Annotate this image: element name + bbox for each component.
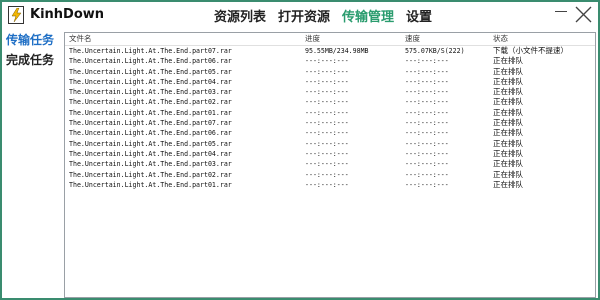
- speed-value: ---:---:---: [405, 108, 449, 117]
- column-header-progress[interactable]: 进度: [301, 33, 401, 46]
- table-row[interactable]: The.Uncertain.Light.At.The.End.part07.ra…: [65, 118, 595, 128]
- status-value: 正在排队: [493, 56, 523, 66]
- table-row[interactable]: The.Uncertain.Light.At.The.End.part04.ra…: [65, 148, 595, 159]
- speed-value: ---:---:---: [405, 129, 449, 138]
- speed-value: ---:---:---: [405, 139, 449, 148]
- sidebar-item-transfer-tasks[interactable]: 传输任务: [6, 30, 62, 50]
- speed-value: ---:---:---: [405, 119, 449, 128]
- file-name: The.Uncertain.Light.At.The.End.part05.ra…: [69, 139, 232, 148]
- file-name: The.Uncertain.Light.At.The.End.part04.ra…: [69, 77, 232, 86]
- progress-value: 95.55MB/234.98MB: [305, 47, 369, 55]
- table-row[interactable]: The.Uncertain.Light.At.The.End.part02.ra…: [65, 169, 595, 180]
- progress-value: ---:---:---: [305, 77, 349, 86]
- speed-value: ---:---:---: [405, 149, 449, 158]
- close-icon[interactable]: [572, 4, 594, 26]
- file-name: The.Uncertain.Light.At.The.End.part06.ra…: [69, 129, 232, 138]
- table-row[interactable]: The.Uncertain.Light.At.The.End.part01.ra…: [65, 179, 595, 190]
- menu-item-transfer-manager[interactable]: 传输管理: [342, 6, 394, 25]
- progress-value: ---:---:---: [305, 139, 349, 148]
- status-value: 正在排队: [493, 128, 523, 138]
- table-row[interactable]: The.Uncertain.Light.At.The.End.part05.ra…: [65, 138, 595, 149]
- status-value: 正在排队: [493, 87, 523, 97]
- status-value: 正在排队: [493, 66, 523, 76]
- speed-value: ---:---:---: [405, 57, 449, 66]
- file-name: The.Uncertain.Light.At.The.End.part07.ra…: [69, 47, 232, 55]
- file-name: The.Uncertain.Light.At.The.End.part01.ra…: [69, 180, 232, 189]
- table-row[interactable]: The.Uncertain.Light.At.The.End.part05.ra…: [65, 66, 595, 77]
- speed-value: ---:---:---: [405, 77, 449, 86]
- column-header-status[interactable]: 状态: [489, 33, 595, 46]
- progress-value: ---:---:---: [305, 129, 349, 138]
- table-row[interactable]: The.Uncertain.Light.At.The.End.part01.ra…: [65, 107, 595, 118]
- status-value: 正在排队: [493, 97, 523, 107]
- menu-item-settings[interactable]: 设置: [406, 6, 432, 25]
- speed-value: ---:---:---: [405, 98, 449, 107]
- status-value: 正在排队: [493, 169, 523, 179]
- app-window: KinhDown 资源列表 打开资源 传输管理 设置 传输任务 完成任务 文件名…: [0, 0, 600, 300]
- table-row[interactable]: The.Uncertain.Light.At.The.End.part06.ra…: [65, 128, 595, 138]
- table-row[interactable]: The.Uncertain.Light.At.The.End.part02.ra…: [65, 97, 595, 107]
- progress-value: ---:---:---: [305, 170, 349, 179]
- table-row[interactable]: The.Uncertain.Light.At.The.End.part04.ra…: [65, 76, 595, 87]
- speed-value: ---:---:---: [405, 160, 449, 169]
- progress-value: ---:---:---: [305, 57, 349, 66]
- file-name: The.Uncertain.Light.At.The.End.part03.ra…: [69, 88, 232, 97]
- main-menu: 资源列表 打开资源 传输管理 设置: [214, 6, 444, 25]
- column-header-filename[interactable]: 文件名: [65, 33, 301, 46]
- status-value: 正在排队: [493, 159, 523, 169]
- file-name: The.Uncertain.Light.At.The.End.part03.ra…: [69, 160, 232, 169]
- speed-value: ---:---:---: [405, 180, 449, 189]
- file-name: The.Uncertain.Light.At.The.End.part06.ra…: [69, 57, 232, 66]
- progress-value: ---:---:---: [305, 119, 349, 128]
- transfer-table: 文件名 进度 速度 状态 The.Uncertain.Light.At.The.…: [65, 33, 595, 190]
- speed-value: ---:---:---: [405, 88, 449, 97]
- file-name: The.Uncertain.Light.At.The.End.part07.ra…: [69, 119, 232, 128]
- table-row[interactable]: The.Uncertain.Light.At.The.End.part03.ra…: [65, 159, 595, 169]
- sidebar-item-completed-tasks[interactable]: 完成任务: [6, 50, 62, 70]
- table-header-row: 文件名 进度 速度 状态: [65, 33, 595, 46]
- speed-value: ---:---:---: [405, 170, 449, 179]
- speed-value: 575.07KB/S(222): [405, 47, 465, 55]
- file-name: The.Uncertain.Light.At.The.End.part02.ra…: [69, 170, 232, 179]
- status-value: 下载（小文件不提速）: [493, 46, 568, 55]
- column-header-speed[interactable]: 速度: [401, 33, 489, 46]
- progress-value: ---:---:---: [305, 180, 349, 189]
- status-value: 正在排队: [493, 179, 523, 189]
- table-row[interactable]: The.Uncertain.Light.At.The.End.part06.ra…: [65, 56, 595, 66]
- file-name: The.Uncertain.Light.At.The.End.part05.ra…: [69, 67, 232, 76]
- status-value: 正在排队: [493, 118, 523, 128]
- progress-value: ---:---:---: [305, 88, 349, 97]
- table-row[interactable]: The.Uncertain.Light.At.The.End.part03.ra…: [65, 87, 595, 97]
- app-title: KinhDown: [30, 7, 105, 22]
- progress-value: ---:---:---: [305, 160, 349, 169]
- transfer-table-panel: 文件名 进度 速度 状态 The.Uncertain.Light.At.The.…: [64, 32, 596, 298]
- menu-item-resource-list[interactable]: 资源列表: [214, 6, 266, 25]
- progress-value: ---:---:---: [305, 149, 349, 158]
- file-name: The.Uncertain.Light.At.The.End.part04.ra…: [69, 149, 232, 158]
- title-bar: KinhDown 资源列表 打开资源 传输管理 设置: [2, 2, 598, 30]
- status-value: 正在排队: [493, 138, 523, 148]
- speed-value: ---:---:---: [405, 67, 449, 76]
- menu-item-open-resource[interactable]: 打开资源: [278, 6, 330, 25]
- progress-value: ---:---:---: [305, 67, 349, 76]
- sidebar: 传输任务 完成任务: [6, 30, 62, 70]
- lightning-bolt-icon: [8, 6, 24, 24]
- table-row[interactable]: The.Uncertain.Light.At.The.End.part07.ra…: [65, 46, 595, 57]
- status-value: 正在排队: [493, 107, 523, 117]
- minimize-icon[interactable]: [555, 11, 567, 12]
- status-value: 正在排队: [493, 148, 523, 158]
- file-name: The.Uncertain.Light.At.The.End.part01.ra…: [69, 108, 232, 117]
- status-value: 正在排队: [493, 76, 523, 86]
- progress-value: ---:---:---: [305, 108, 349, 117]
- file-name: The.Uncertain.Light.At.The.End.part02.ra…: [69, 98, 232, 107]
- progress-value: ---:---:---: [305, 98, 349, 107]
